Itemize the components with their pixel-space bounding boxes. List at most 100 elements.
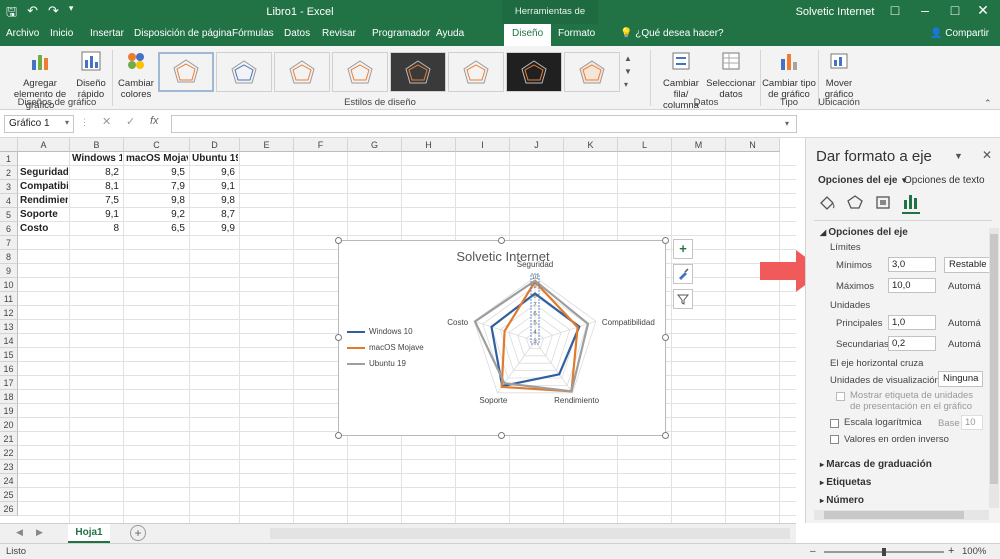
column-header-d[interactable]: D	[190, 138, 240, 152]
size-properties-icon[interactable]	[874, 194, 892, 210]
tab-axis-options[interactable]: Opciones del eje ▼	[818, 175, 908, 186]
row-header-1[interactable]: 1	[0, 152, 18, 166]
cell-value[interactable]: 8,1	[72, 180, 122, 194]
tab-datos[interactable]: Datos	[284, 24, 310, 46]
column-header-f[interactable]: F	[294, 138, 348, 152]
cell-value[interactable]: 9,8	[192, 194, 238, 208]
pane-h-scrollbar[interactable]	[814, 510, 989, 520]
reset-min-button[interactable]: Restable	[944, 257, 992, 273]
cell-value[interactable]: 8,2	[72, 166, 122, 180]
zoom-out-icon[interactable]: –	[810, 546, 816, 557]
base-input[interactable]: 10	[961, 415, 983, 430]
cell-value[interactable]: 9,6	[192, 166, 238, 180]
cell-value[interactable]: 8	[72, 222, 122, 236]
chart-style-7[interactable]	[506, 52, 562, 92]
column-header-n[interactable]: N	[726, 138, 780, 152]
cell-header[interactable]: Ubuntu 19	[192, 152, 238, 166]
maximize-icon[interactable]: □	[940, 2, 970, 18]
move-chart-button[interactable]: Mover gráfico	[820, 50, 858, 100]
row-header-24[interactable]: 24	[0, 474, 18, 488]
column-header-b[interactable]: B	[70, 138, 124, 152]
row-header-17[interactable]: 17	[0, 376, 18, 390]
chart-style-3[interactable]	[274, 52, 330, 92]
min-input[interactable]: 3,0	[888, 257, 936, 272]
max-input[interactable]: 10,0	[888, 278, 936, 293]
row-header-4[interactable]: 4	[0, 194, 18, 208]
cell-row-label[interactable]: Compatibilidad	[20, 180, 68, 194]
chevron-down-icon[interactable]: ▾	[65, 118, 69, 127]
column-header-c[interactable]: C	[124, 138, 190, 152]
column-header-a[interactable]: A	[18, 138, 70, 152]
resize-handle[interactable]	[662, 432, 669, 439]
column-header-h[interactable]: H	[402, 138, 456, 152]
pane-options-dropdown-icon[interactable]: ▼	[954, 151, 963, 161]
legend-entry[interactable]: Ubuntu 19	[347, 359, 424, 368]
enter-icon[interactable]: ✓	[126, 115, 135, 128]
minor-input[interactable]: 0,2	[888, 336, 936, 351]
cell-row-label[interactable]: Rendimiento	[20, 194, 68, 208]
cell-value[interactable]: 9,5	[126, 166, 188, 180]
resize-handle[interactable]	[335, 334, 342, 341]
cell-value[interactable]: 7,9	[126, 180, 188, 194]
chart-style-2[interactable]	[216, 52, 272, 92]
row-header-7[interactable]: 7	[0, 236, 18, 250]
minimize-icon[interactable]: –	[910, 2, 940, 18]
cell-value[interactable]: 9,1	[72, 208, 122, 222]
change-chart-type-button[interactable]: Cambiar tipo de gráfico	[762, 50, 816, 100]
resize-handle[interactable]	[335, 432, 342, 439]
row-header-14[interactable]: 14	[0, 334, 18, 348]
major-auto-button[interactable]: Automá	[948, 318, 981, 329]
select-all[interactable]	[0, 138, 18, 152]
zoom-level[interactable]: 100%	[962, 546, 986, 557]
row-header-10[interactable]: 10	[0, 278, 18, 292]
row-header-13[interactable]: 13	[0, 320, 18, 334]
chart-filter-icon[interactable]	[673, 289, 693, 309]
resize-handle[interactable]	[662, 237, 669, 244]
change-colors-button[interactable]: Cambiar colores	[116, 50, 156, 100]
cell-value[interactable]: 9,1	[192, 180, 238, 194]
row-header-26[interactable]: 26	[0, 502, 18, 516]
chart-style-5[interactable]	[390, 52, 446, 92]
zoom-slider[interactable]	[824, 548, 944, 556]
row-header-12[interactable]: 12	[0, 306, 18, 320]
tab-programador[interactable]: Programador	[372, 24, 430, 46]
quick-layout-button[interactable]: Diseño rápido	[74, 50, 108, 100]
chart-style-6[interactable]	[448, 52, 504, 92]
zoom-slider-thumb[interactable]	[882, 548, 886, 556]
formula-input[interactable]	[171, 115, 797, 133]
pane-scrollbar[interactable]	[989, 228, 999, 508]
tab-diseno[interactable]: Diseño	[504, 24, 552, 46]
zoom-in-icon[interactable]: +	[948, 545, 954, 557]
resize-handle[interactable]	[335, 237, 342, 244]
chart-elements-plus-icon[interactable]: +	[673, 239, 693, 259]
section-axis-options[interactable]: ◢ Opciones del eje	[820, 227, 908, 238]
cell-value[interactable]: 6,5	[126, 222, 188, 236]
column-header-k[interactable]: K	[564, 138, 618, 152]
row-header-25[interactable]: 25	[0, 488, 18, 502]
cell-value[interactable]: 9,2	[126, 208, 188, 222]
tab-disposicion[interactable]: Disposición de página	[134, 24, 232, 46]
expand-formula-icon[interactable]: ▾	[785, 119, 789, 128]
section-tick-marks[interactable]: ▸ Marcas de graduación	[820, 459, 932, 470]
max-auto-button[interactable]: Automá	[948, 281, 981, 292]
row-header-6[interactable]: 6	[0, 222, 18, 236]
major-input[interactable]: 1,0	[888, 315, 936, 330]
gallery-scroll[interactable]: ▲ ▼ ▾	[624, 52, 632, 91]
tab-insertar[interactable]: Insertar	[90, 24, 124, 46]
cancel-icon[interactable]: ✕	[102, 115, 111, 128]
tab-inicio[interactable]: Inicio	[50, 24, 73, 46]
row-header-23[interactable]: 23	[0, 460, 18, 474]
pane-h-scroll-thumb[interactable]	[824, 511, 964, 519]
insert-function-icon[interactable]: fx	[150, 115, 159, 127]
chevron-up-icon[interactable]: ▲	[624, 54, 632, 63]
minor-auto-button[interactable]: Automá	[948, 339, 981, 350]
row-header-22[interactable]: 22	[0, 446, 18, 460]
column-header-m[interactable]: M	[672, 138, 726, 152]
axis-options-bars-icon[interactable]	[902, 192, 920, 210]
column-header-j[interactable]: J	[510, 138, 564, 152]
reverse-order-checkbox[interactable]	[830, 435, 839, 444]
resize-handle[interactable]	[498, 237, 505, 244]
show-units-label-checkbox[interactable]	[836, 392, 845, 401]
row-header-5[interactable]: 5	[0, 208, 18, 222]
row-header-2[interactable]: 2	[0, 166, 18, 180]
